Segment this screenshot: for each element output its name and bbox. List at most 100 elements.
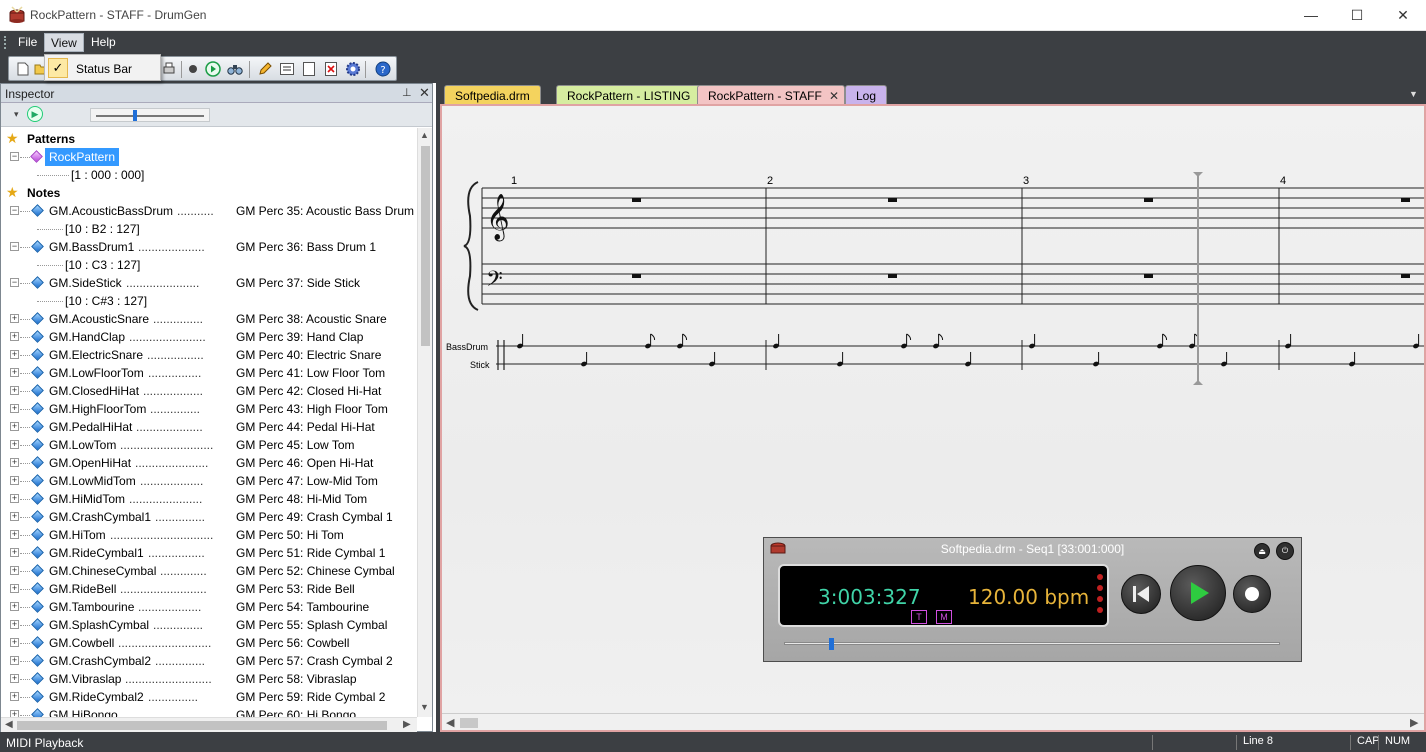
close-window-button[interactable]: ✕ — [1380, 0, 1426, 30]
tree-row-note[interactable]: + GM.ClosedHiHat.................. GM Perc… — [1, 382, 417, 400]
tree-row-note[interactable]: + GM.HiTom...............................… — [1, 526, 417, 544]
inspector-tempo-slider[interactable] — [90, 108, 210, 122]
expand-icon[interactable]: + — [10, 494, 19, 503]
expand-icon[interactable]: + — [10, 476, 19, 485]
expand-icon[interactable]: + — [10, 458, 19, 467]
collapse-icon[interactable]: − — [10, 152, 19, 161]
tab-log[interactable]: Log — [845, 85, 888, 104]
staff-horizontal-scrollbar[interactable]: ◀ ▶ — [442, 713, 1424, 730]
slider-thumb[interactable] — [829, 638, 835, 650]
tree-row-note[interactable]: + GM.ElectricSnare................. GM Per… — [1, 346, 417, 364]
scroll-thumb[interactable] — [460, 718, 478, 728]
tree-row-note[interactable]: − GM.BassDrum1.................... GM Perc… — [1, 238, 417, 256]
expand-icon[interactable]: + — [10, 314, 19, 323]
close-tab-icon[interactable]: ✕ — [829, 89, 839, 103]
tree-row-note[interactable]: + GM.LowMidTom................... GM Perc … — [1, 472, 417, 490]
print-icon[interactable] — [161, 61, 177, 77]
record-icon[interactable] — [185, 61, 201, 77]
tree-row-note[interactable]: + GM.Cowbell............................ G… — [1, 634, 417, 652]
tree-row-note[interactable]: + GM.Tambourine................... GM Perc… — [1, 598, 417, 616]
tempo-badge[interactable]: T — [911, 610, 927, 624]
play-button[interactable] — [1170, 565, 1226, 621]
scroll-thumb[interactable] — [421, 146, 430, 346]
tree-row-note[interactable]: + GM.CrashCymbal2............... GM Perc 5… — [1, 652, 417, 670]
tree-row-note[interactable]: + GM.ChineseCymbal.............. GM Perc 5… — [1, 562, 417, 580]
expand-icon[interactable]: + — [10, 368, 19, 377]
rewind-button[interactable] — [1121, 574, 1161, 614]
expand-icon[interactable]: + — [10, 422, 19, 431]
scroll-right-icon[interactable]: ▶ — [403, 719, 411, 730]
scroll-right-icon[interactable]: ▶ — [1410, 716, 1418, 729]
power-icon[interactable]: ⏻ — [1276, 542, 1294, 560]
scroll-down-icon[interactable]: ▼ — [420, 702, 429, 712]
expand-icon[interactable]: + — [10, 512, 19, 521]
expand-icon[interactable]: + — [10, 440, 19, 449]
expand-icon[interactable]: + — [10, 332, 19, 341]
close-inspector-icon[interactable]: ✕ — [419, 85, 430, 101]
tab-softpedia[interactable]: Softpedia.drm — [444, 85, 541, 104]
tree-row-note[interactable]: + GM.HandClap....................... GM Pe… — [1, 328, 417, 346]
collapse-icon[interactable]: − — [10, 206, 19, 215]
tree-row-note[interactable]: + GM.HiMidTom...................... GM Per… — [1, 490, 417, 508]
delete-icon[interactable] — [323, 61, 339, 77]
maximize-button[interactable]: ☐ — [1334, 0, 1380, 30]
play-icon[interactable] — [205, 61, 221, 77]
menubar-grip-icon[interactable] — [4, 36, 7, 49]
slider-thumb[interactable] — [132, 110, 137, 121]
settings-icon[interactable] — [345, 61, 361, 77]
tree-header-notes[interactable]: ★ Notes — [1, 184, 417, 202]
eject-icon[interactable]: ⏏ — [1254, 543, 1270, 559]
find-icon[interactable] — [227, 61, 243, 77]
new-file-icon[interactable] — [15, 61, 31, 77]
minimize-button[interactable]: — — [1288, 0, 1334, 30]
scroll-left-icon[interactable]: ◀ — [446, 716, 454, 729]
status-bar-menu-item[interactable]: Status Bar — [76, 62, 132, 76]
expand-icon[interactable]: + — [10, 566, 19, 575]
expand-icon[interactable]: + — [10, 620, 19, 629]
tree-row-note[interactable]: + GM.RideCymbal2............... GM Perc 59… — [1, 688, 417, 706]
expand-icon[interactable]: + — [10, 548, 19, 557]
expand-icon[interactable]: + — [10, 710, 19, 717]
tree-row-note[interactable]: + GM.RideBell.......................... GM… — [1, 580, 417, 598]
tree-row-note[interactable]: + GM.RideCymbal1................. GM Perc … — [1, 544, 417, 562]
scroll-left-icon[interactable]: ◀ — [5, 719, 13, 730]
menu-view[interactable]: View — [44, 33, 84, 52]
tree-row-note[interactable]: + GM.LowFloorTom................ GM Perc 4… — [1, 364, 417, 382]
tree-header-patterns[interactable]: ★ Patterns — [1, 130, 417, 148]
tree-row-note[interactable]: + GM.Vibraslap.......................... G… — [1, 670, 417, 688]
expand-icon[interactable]: + — [10, 350, 19, 359]
tabs-dropdown-icon[interactable]: ▼ — [1409, 89, 1418, 99]
transport-position-slider[interactable] — [784, 638, 1280, 650]
scroll-thumb[interactable] — [17, 721, 387, 730]
expand-icon[interactable]: + — [10, 404, 19, 413]
tree-row-note[interactable]: + GM.AcousticSnare............... GM Perc … — [1, 310, 417, 328]
inspector-vertical-scrollbar[interactable]: ▲ ▼ — [417, 128, 432, 717]
page-icon[interactable] — [301, 61, 317, 77]
tree-row-note[interactable]: + GM.LowTom............................ GM… — [1, 436, 417, 454]
tree-row-note[interactable]: + GM.HiBongo........................... GM… — [1, 706, 417, 717]
tab-staff[interactable]: RockPattern - STAFF — [697, 85, 845, 104]
pencil-icon[interactable] — [257, 61, 273, 77]
tree-row-note[interactable]: − GM.SideStick...................... GM Pe… — [1, 274, 417, 292]
expand-icon[interactable]: + — [10, 692, 19, 701]
tree-row-note[interactable]: + GM.HighFloorTom............... GM Perc 4… — [1, 400, 417, 418]
expand-icon[interactable]: + — [10, 386, 19, 395]
tree-row-note[interactable]: + GM.SplashCymbal............... GM Perc 5… — [1, 616, 417, 634]
expand-icon[interactable]: + — [10, 584, 19, 593]
tree-row-note[interactable]: + GM.PedalHiHat.................... GM Per… — [1, 418, 417, 436]
expand-icon[interactable]: + — [10, 638, 19, 647]
inspector-horizontal-scrollbar[interactable]: ◀ ▶ — [1, 717, 417, 732]
tree-row-note[interactable]: + GM.CrashCymbal1............... GM Perc 4… — [1, 508, 417, 526]
menu-help[interactable]: Help — [85, 33, 122, 52]
playhead-cursor[interactable] — [1193, 172, 1203, 385]
help-icon[interactable]: ? — [375, 61, 391, 77]
pin-icon[interactable]: ⊥ — [402, 86, 412, 99]
expand-icon[interactable]: + — [10, 530, 19, 539]
record-button[interactable] — [1233, 575, 1271, 613]
dropdown-arrow-icon[interactable]: ▾ — [14, 109, 19, 120]
expand-icon[interactable]: + — [10, 602, 19, 611]
menu-file[interactable]: File — [12, 33, 43, 52]
expand-icon[interactable]: + — [10, 656, 19, 665]
meter-badge[interactable]: M — [936, 610, 952, 624]
collapse-icon[interactable]: − — [10, 278, 19, 287]
